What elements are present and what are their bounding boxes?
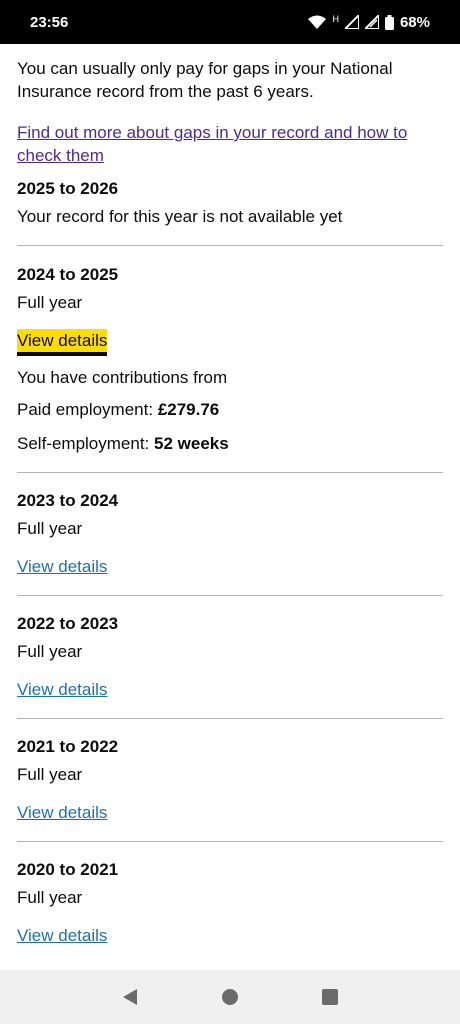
- year-title: 2022 to 2023: [17, 614, 119, 633]
- year-2021-2022: 2021 to 2022 Full year View details: [17, 718, 443, 841]
- year-2023-2024: 2023 to 2024 Full year View details: [17, 472, 443, 595]
- contributions-heading: You have contributions from: [17, 368, 228, 387]
- year-status: Full year: [17, 519, 83, 538]
- paid-employment-row: Paid employment: £279.76: [17, 398, 443, 421]
- home-button[interactable]: [210, 977, 250, 1017]
- recents-button[interactable]: [310, 977, 350, 1017]
- view-details-link[interactable]: View details: [17, 801, 107, 824]
- system-nav-bar: [0, 970, 460, 1024]
- gaps-info-link[interactable]: Find out more about gaps in your record …: [17, 121, 443, 167]
- network-type-label: H: [332, 14, 339, 24]
- self-employment-value: 52 weeks: [154, 434, 229, 453]
- back-button[interactable]: [110, 977, 150, 1017]
- self-employment-row: Self-employment: 52 weeks: [17, 432, 443, 455]
- year-status: Your record for this year is not availab…: [17, 207, 343, 226]
- battery-icon: [384, 14, 394, 30]
- year-status: Full year: [17, 293, 83, 312]
- year-status: Full year: [17, 765, 83, 784]
- view-details-link[interactable]: View details: [17, 678, 107, 701]
- year-status: Full year: [17, 642, 83, 661]
- status-time: 23:56: [30, 13, 69, 31]
- signal-icon: [344, 15, 359, 29]
- status-icons: H 68%: [308, 14, 430, 31]
- year-title: 2023 to 2024: [17, 491, 119, 510]
- year-2020-2021: 2020 to 2021 Full year View details: [17, 841, 443, 964]
- view-details-link[interactable]: View details: [17, 555, 107, 578]
- wifi-icon: [308, 15, 327, 29]
- year-title: 2020 to 2021: [17, 860, 119, 879]
- year-title: 2024 to 2025: [17, 265, 119, 284]
- recents-square-icon: [322, 989, 338, 1005]
- status-bar: 23:56 H 68%: [0, 0, 460, 44]
- home-circle-icon: [222, 989, 238, 1005]
- year-title: 2021 to 2022: [17, 737, 119, 756]
- view-details-link[interactable]: View details: [17, 329, 108, 352]
- paid-employment-label: Paid employment:: [17, 400, 154, 419]
- year-title: 2025 to 2026: [17, 179, 119, 198]
- year-status: Full year: [17, 888, 83, 907]
- view-details-link[interactable]: View details: [17, 924, 107, 947]
- signal-roaming-icon: [364, 15, 379, 29]
- paid-employment-value: £279.76: [157, 400, 220, 419]
- year-2024-2025: 2024 to 2025 Full year View details You …: [17, 245, 443, 472]
- battery-percent: 68%: [399, 13, 430, 31]
- ni-record-content: You can usually only pay for gaps in you…: [17, 44, 443, 970]
- year-2022-2023: 2022 to 2023 Full year View details: [17, 595, 443, 718]
- self-employment-label: Self-employment:: [17, 434, 150, 453]
- gaps-intro-text: You can usually only pay for gaps in you…: [17, 59, 393, 101]
- year-2025-2026: 2025 to 2026 Your record for this year i…: [17, 177, 443, 245]
- back-triangle-icon: [123, 989, 137, 1005]
